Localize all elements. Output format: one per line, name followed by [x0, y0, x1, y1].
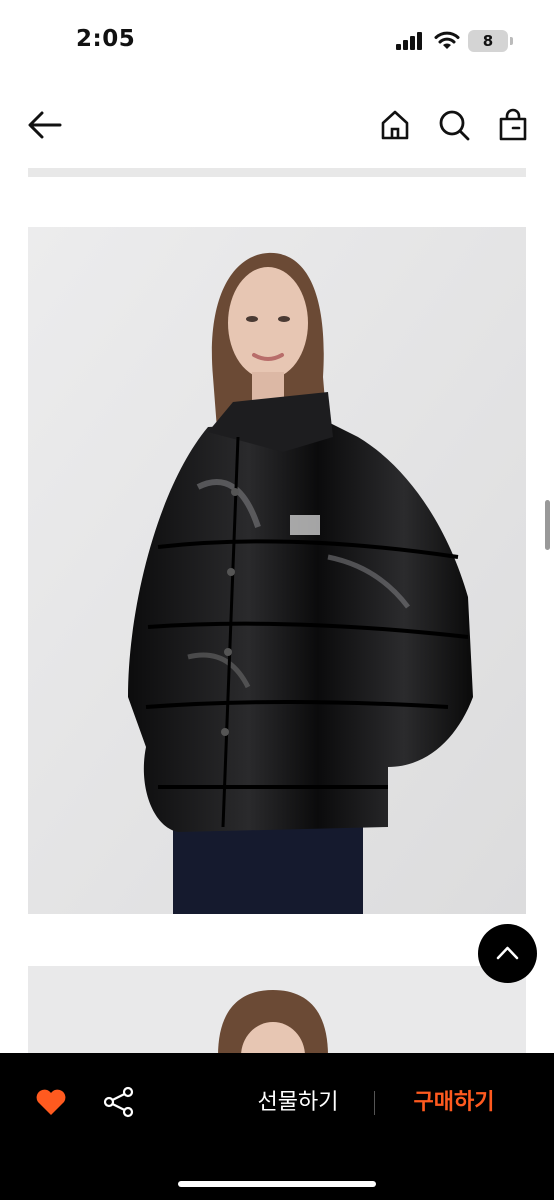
shopping-bag-icon[interactable] [496, 108, 530, 142]
search-icon[interactable] [437, 108, 471, 142]
home-indicator[interactable] [178, 1181, 376, 1187]
product-image-2[interactable] [28, 966, 526, 1066]
model-jacket-illustration [28, 227, 526, 914]
battery-nub [510, 37, 513, 45]
top-header [0, 94, 554, 158]
wifi-icon [434, 31, 460, 49]
status-time: 2:05 [76, 26, 136, 52]
bar-divider [374, 1091, 375, 1115]
battery-level: 8 [482, 32, 494, 50]
model-partial-illustration [28, 966, 526, 1066]
battery-icon: 8 [468, 30, 508, 52]
chevron-up-icon [496, 946, 519, 960]
cellular-signal-icon [396, 32, 426, 50]
status-bar: 2:05 8 [0, 0, 554, 84]
share-icon[interactable] [102, 1085, 136, 1119]
product-image-1[interactable] [28, 227, 526, 914]
back-arrow-icon[interactable] [26, 108, 64, 142]
bottom-action-bar: 선물하기 구매하기 [0, 1053, 554, 1200]
home-icon[interactable] [378, 108, 412, 142]
scroll-to-top-button[interactable] [478, 924, 537, 983]
gift-button[interactable]: 선물하기 [236, 1085, 360, 1121]
content-divider [28, 168, 526, 177]
heart-icon[interactable] [34, 1085, 68, 1119]
scrollbar[interactable] [545, 500, 550, 550]
buy-button[interactable]: 구매하기 [392, 1085, 516, 1121]
